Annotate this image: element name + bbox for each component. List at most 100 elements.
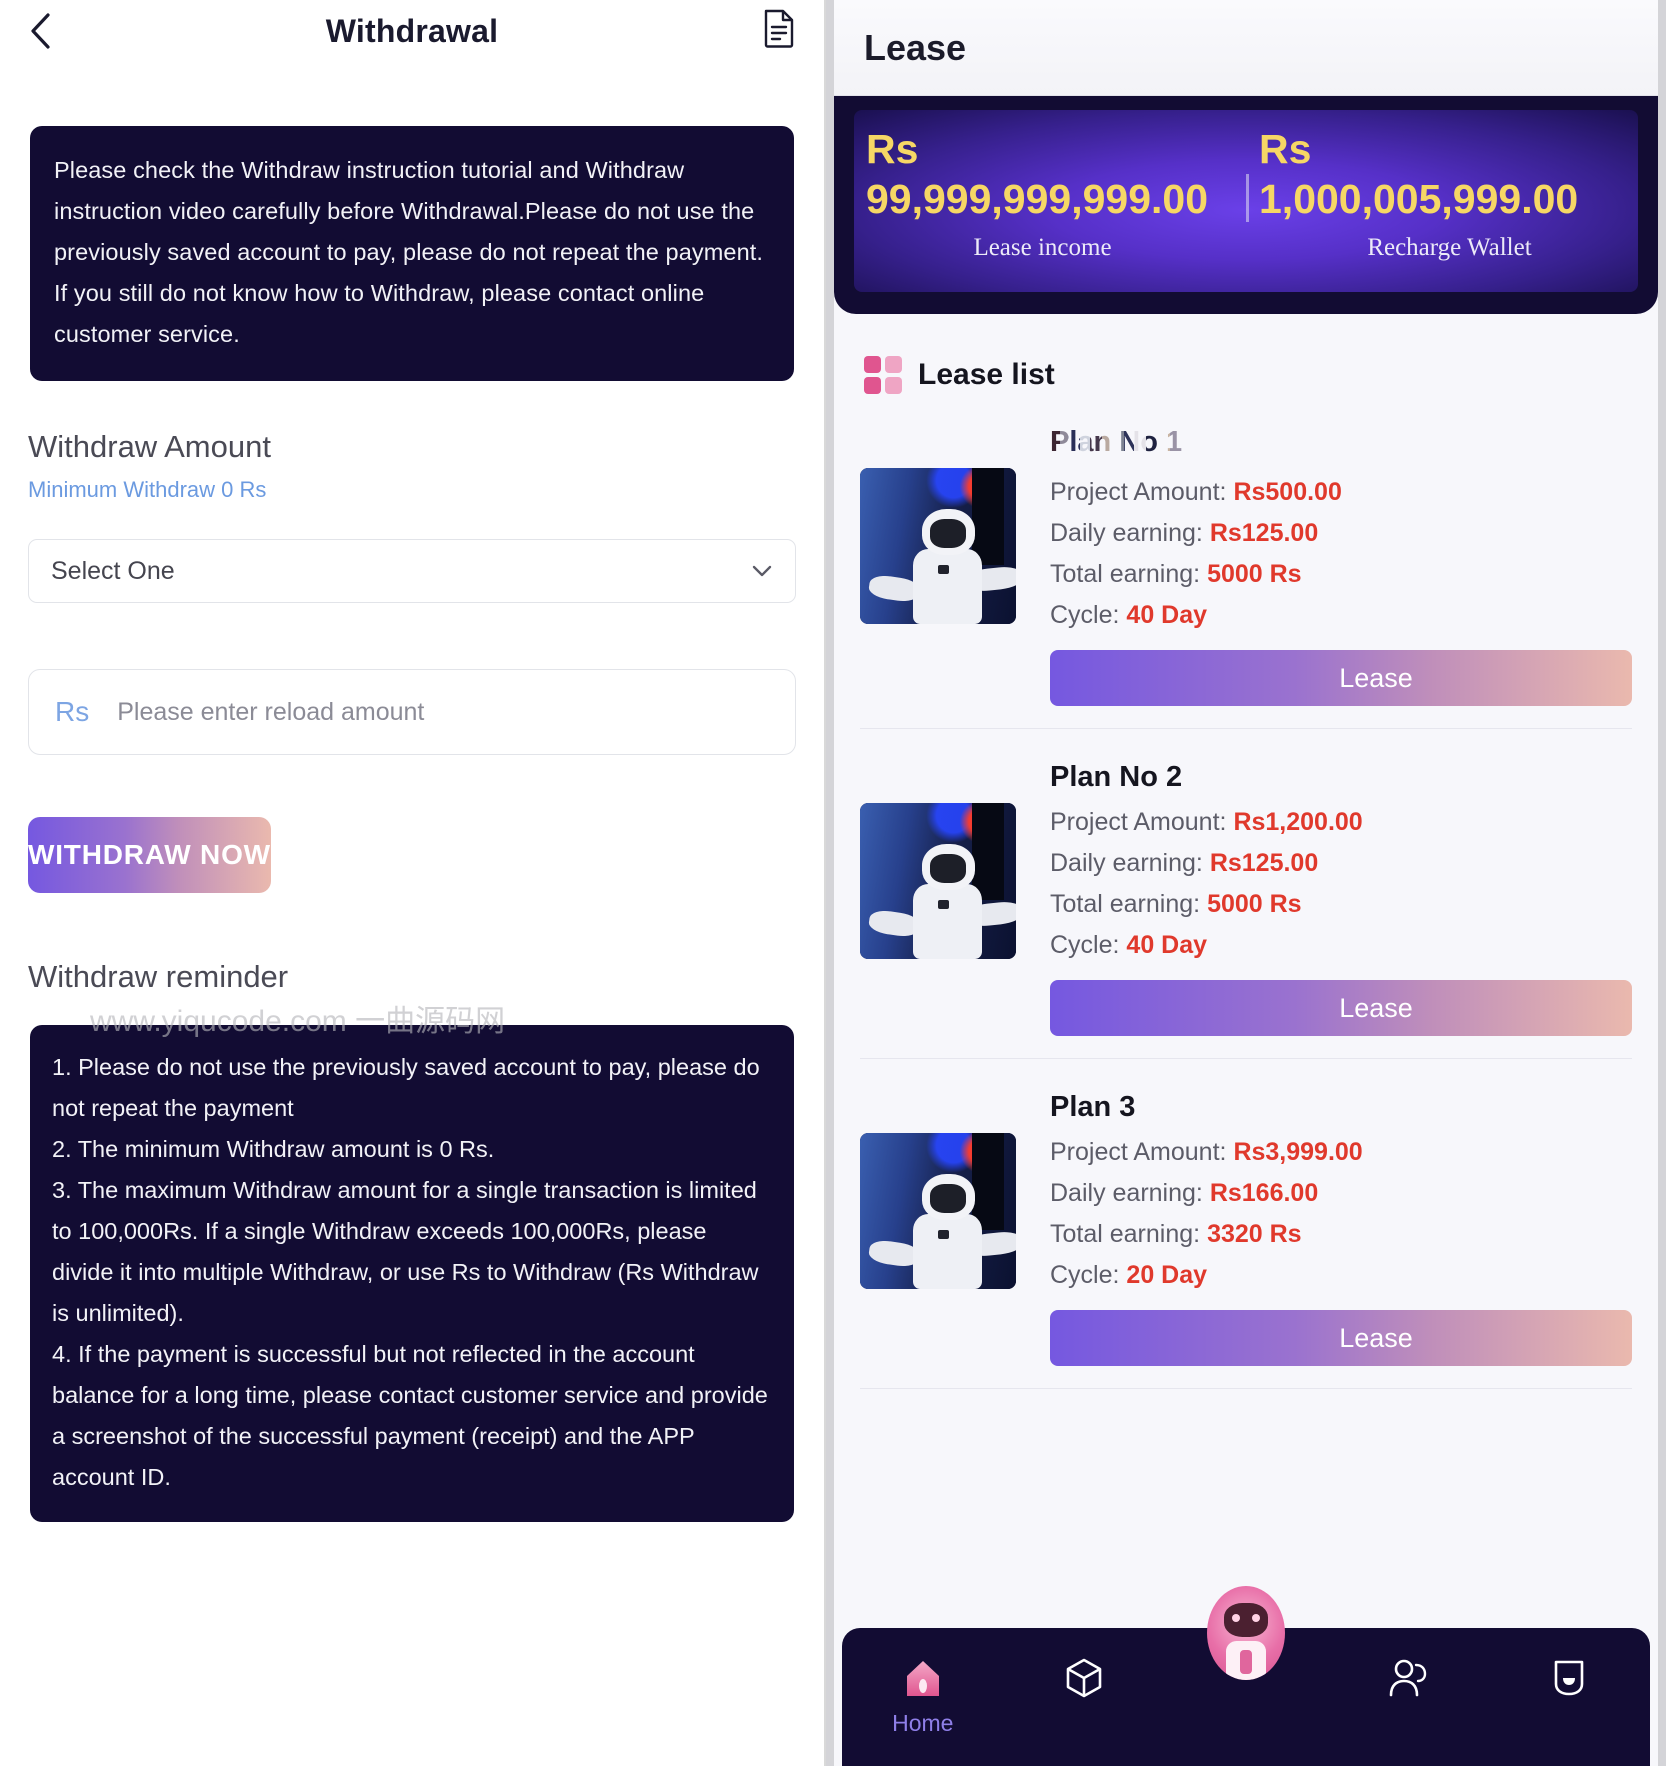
plan-total-earning-label: Total earning: (1050, 1220, 1201, 1248)
withdraw-amount-input[interactable] (117, 697, 769, 727)
lease-page-title: Lease (864, 26, 967, 68)
lease-list-header: Lease list (834, 314, 1658, 394)
reminder-item: 4. If the payment is successful but not … (52, 1341, 768, 1490)
plan-daily-earning: Daily earning: Rs125.00 (1050, 843, 1632, 884)
plan-name: Plan 3 (1050, 1091, 1136, 1123)
robot-photo (860, 1133, 1016, 1289)
plan-project-amount-value: Rs500.00 (1233, 478, 1342, 506)
list-item[interactable]: Plan 3 Project Amount: Rs3,999.00 Daily … (860, 1059, 1632, 1389)
home-icon (901, 1654, 945, 1702)
plan-daily-earning: Daily earning: Rs166.00 (1050, 1173, 1632, 1214)
select-value: Select One (51, 556, 175, 585)
recharge-wallet-amount: Rs 1,000,005,999.00 (1249, 124, 1650, 224)
withdraw-amount-field[interactable]: Rs (28, 669, 796, 755)
users-icon (1386, 1654, 1430, 1702)
nav-item-home[interactable]: Home (842, 1654, 1004, 1737)
lease-income-value: 99,999,999,999.00 (866, 176, 1208, 222)
grid-squares-icon (864, 356, 902, 394)
plan-daily-earning-value: Rs125.00 (1209, 849, 1319, 877)
lease-button[interactable]: Lease (1050, 1310, 1632, 1366)
nav-item-team[interactable] (1327, 1654, 1489, 1710)
recharge-wallet-label: Recharge Wallet (1367, 234, 1532, 261)
plan-cycle-value: 40 Day (1126, 601, 1208, 629)
recharge-wallet-block: Rs 1,000,005,999.00 Recharge Wallet (1249, 124, 1650, 314)
plan-total-earning: Total earning: 5000 Rs (1050, 884, 1632, 925)
plan-project-amount: Project Amount: Rs3,999.00 (1050, 1132, 1632, 1173)
minimum-withdraw-note: Minimum Withdraw 0 Rs (28, 477, 267, 502)
currency-prefix: Rs (55, 696, 90, 727)
list-item[interactable]: Plan No 2 Project Amount: Rs1,200.00 Dai… (860, 729, 1632, 1059)
watermark-text: www.yiqucode.com 一曲源码网 (90, 1005, 506, 1038)
withdraw-amount-title: Withdraw Amount (28, 429, 271, 464)
plan-project-amount-value: Rs3,999.00 (1233, 1138, 1363, 1166)
plan-cycle: Cycle: 20 Day (1050, 1255, 1632, 1296)
reminder-item: 2. The minimum Withdraw amount is 0 Rs. (52, 1136, 495, 1162)
plan-project-amount-value: Rs1,200.00 (1233, 808, 1363, 836)
plan-daily-earning-value: Rs166.00 (1209, 1179, 1319, 1207)
chevron-down-icon (751, 560, 773, 582)
robot-assistant-icon[interactable] (1207, 1586, 1285, 1680)
nav-item-home-label: Home (892, 1710, 954, 1736)
plan-daily-earning-value: Rs125.00 (1209, 519, 1319, 547)
plan-total-earning: Total earning: 5000 Rs (1050, 554, 1632, 595)
nav-item-chat[interactable] (1488, 1654, 1650, 1710)
list-item[interactable]: Plan No 1 Project Amount: Rs500.00 Daily… (860, 394, 1632, 729)
plan-daily-earning-label: Daily earning: (1050, 1179, 1203, 1207)
balance-card: Rs 99,999,999,999.00 Lease income Rs 1,0… (834, 96, 1658, 314)
lease-list-label: Lease list (918, 358, 1055, 391)
plan-project-amount-label: Project Amount: (1050, 1138, 1227, 1166)
recharge-wallet-value: 1,000,005,999.00 (1259, 176, 1579, 222)
plan-info: Plan 3 Project Amount: Rs3,999.00 Daily … (1050, 1087, 1632, 1366)
plan-total-earning-value: 5000 Rs (1207, 560, 1302, 588)
plan-cycle-value: 40 Day (1126, 931, 1208, 959)
lease-button[interactable]: Lease (1050, 980, 1632, 1036)
plan-cycle: Cycle: 40 Day (1050, 595, 1632, 636)
plan-cycle-label: Cycle: (1050, 931, 1120, 959)
lease-income-label: Lease income (973, 234, 1112, 261)
plan-daily-earning-label: Daily earning: (1050, 519, 1203, 547)
nav-item-product[interactable] (1004, 1654, 1166, 1710)
withdraw-method-select[interactable]: Select One (28, 539, 796, 603)
lease-income-currency: Rs (866, 126, 919, 172)
lease-plan-list: Plan No 1 Project Amount: Rs500.00 Daily… (834, 394, 1658, 1389)
withdrawal-panel: Withdrawal Please check the Withdraw ins… (0, 0, 826, 1766)
plan-daily-earning: Daily earning: Rs125.00 (1050, 513, 1632, 554)
reminder-item: 3. The maximum Withdraw amount for a sin… (52, 1177, 759, 1326)
plan-total-earning-label: Total earning: (1050, 560, 1201, 588)
plan-cycle-value: 20 Day (1126, 1261, 1208, 1289)
app-screen: Withdrawal Please check the Withdraw ins… (0, 0, 1666, 1766)
lease-header: Lease (834, 0, 1658, 96)
reminder-item: 1. Please do not use the previously save… (52, 1054, 760, 1121)
plan-cycle-label: Cycle: (1050, 1261, 1120, 1289)
plan-project-amount-label: Project Amount: (1050, 478, 1227, 506)
balance-columns: Rs 99,999,999,999.00 Lease income Rs 1,0… (834, 96, 1658, 314)
cube-icon (1062, 1654, 1106, 1702)
lease-income-amount: Rs 99,999,999,999.00 (842, 124, 1243, 224)
plan-daily-earning-label: Daily earning: (1050, 849, 1203, 877)
lease-panel-inner: Lease Rs 99,999,999,999.00 Lease income (834, 0, 1658, 1766)
page-title: Withdrawal (325, 12, 499, 49)
plan-total-earning-value: 5000 Rs (1207, 890, 1302, 918)
lease-button[interactable]: Lease (1050, 650, 1632, 706)
plan-name: Plan No 1 (1050, 426, 1350, 459)
plan-project-amount: Project Amount: Rs500.00 (1050, 472, 1632, 513)
plan-total-earning-label: Total earning: (1050, 890, 1201, 918)
plan-project-amount-label: Project Amount: (1050, 808, 1227, 836)
withdraw-record-button[interactable] (762, 8, 796, 48)
lease-income-block: Rs 99,999,999,999.00 Lease income (842, 124, 1249, 314)
withdraw-notice: Please check the Withdraw instruction tu… (30, 126, 794, 381)
robot-photo (860, 468, 1016, 624)
plan-project-amount: Project Amount: Rs1,200.00 (1050, 802, 1632, 843)
plan-total-earning: Total earning: 3320 Rs (1050, 1214, 1632, 1255)
plan-name: Plan No 2 (1050, 761, 1183, 793)
plan-info: Plan No 1 Project Amount: Rs500.00 Daily… (1050, 422, 1632, 706)
withdraw-reminder-title: Withdraw reminder (28, 959, 289, 994)
plan-cycle-label: Cycle: (1050, 601, 1120, 629)
lease-panel: Lease Rs 99,999,999,999.00 Lease income (826, 0, 1666, 1766)
withdraw-now-button[interactable]: WITHDRAW NOW (28, 817, 271, 893)
chat-smile-icon (1547, 1654, 1591, 1702)
recharge-wallet-currency: Rs (1259, 126, 1312, 172)
plan-total-earning-value: 3320 Rs (1207, 1220, 1302, 1248)
withdraw-reminder-box: www.yiqucode.com 一曲源码网 1. Please do not … (30, 1005, 794, 1522)
plan-cycle: Cycle: 40 Day (1050, 925, 1632, 966)
